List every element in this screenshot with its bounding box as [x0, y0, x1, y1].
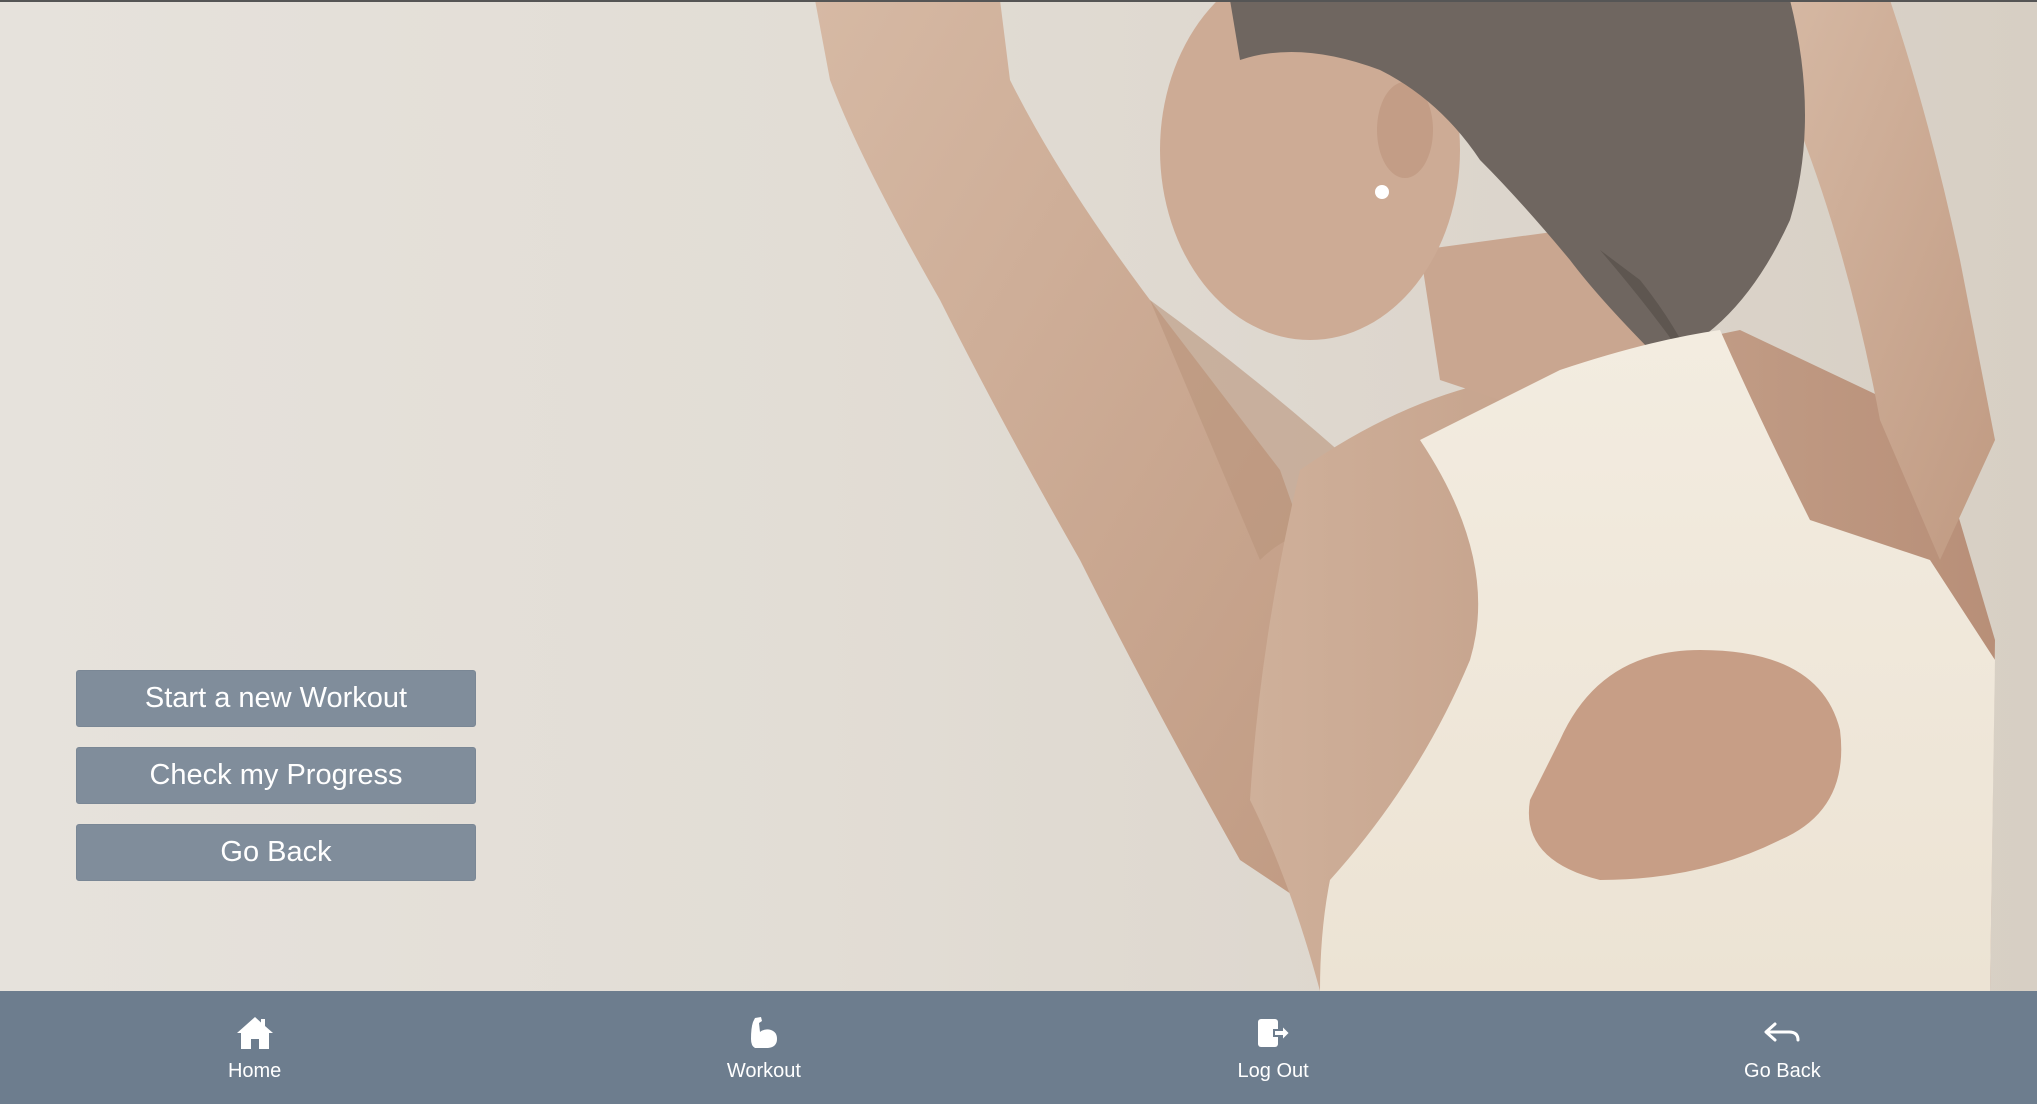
nav-item-logout[interactable]: Log Out	[1019, 991, 1528, 1104]
nav-item-home[interactable]: Home	[0, 991, 509, 1104]
nav-item-workout[interactable]: Workout	[509, 991, 1018, 1104]
go-back-button[interactable]: Go Back	[76, 824, 476, 881]
logout-icon	[1258, 1019, 1292, 1047]
action-menu: Start a new Workout Check my Progress Go…	[76, 670, 476, 901]
flexed-bicep-icon	[750, 1017, 777, 1048]
start-workout-button[interactable]: Start a new Workout	[76, 670, 476, 727]
home-icon	[236, 1017, 273, 1049]
nav-item-go-back[interactable]: Go Back	[1528, 991, 2037, 1104]
nav-label-go-back: Go Back	[1744, 1060, 1821, 1082]
app-page: Start a new Workout Check my Progress Go…	[0, 0, 2037, 1104]
nav-label-logout: Log Out	[1237, 1060, 1309, 1082]
nav-label-home: Home	[227, 1060, 282, 1082]
reply-arrow-icon	[1764, 1022, 1800, 1042]
nav-label-workout: Workout	[726, 1060, 801, 1082]
check-progress-button[interactable]: Check my Progress	[76, 747, 476, 804]
top-border	[0, 0, 2037, 2]
bottom-navigation: Home Workout Log Out Go Back	[0, 991, 2037, 1104]
